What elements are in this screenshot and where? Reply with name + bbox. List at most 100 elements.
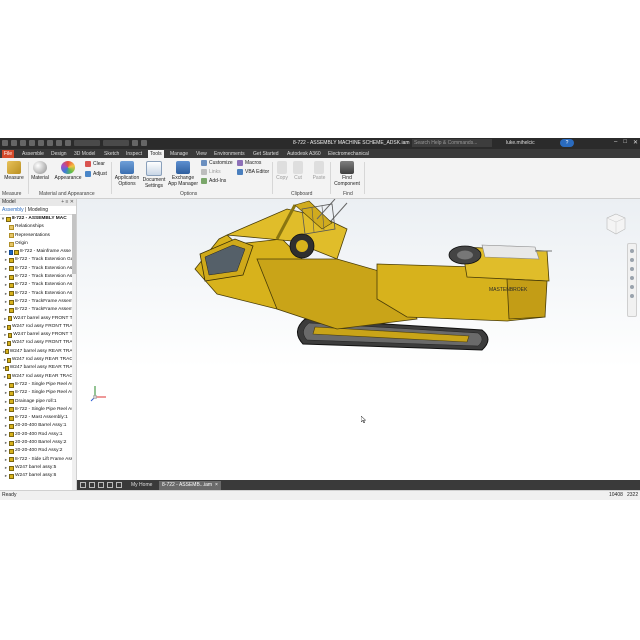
measure-icon[interactable]	[132, 140, 138, 146]
tree-item[interactable]: Relationships	[0, 223, 76, 231]
tree-item[interactable]: ▸ 8-722 - Mast Assembly:1	[0, 414, 76, 422]
select-icon[interactable]	[65, 140, 71, 146]
tree-item[interactable]: ▸ 20-20-400 Rod Assy:1	[0, 431, 76, 439]
adjust-button[interactable]: Adjust	[85, 171, 107, 177]
nav-options-icon[interactable]	[630, 294, 634, 298]
tile-horizontal-icon[interactable]	[80, 482, 86, 488]
tab-3d-model[interactable]: 3D Model	[72, 150, 97, 158]
tab-tools[interactable]: Tools	[148, 150, 164, 158]
application-options-button[interactable]: Application Options	[113, 161, 141, 187]
machine-model[interactable]: MASTENBROEK	[77, 199, 640, 480]
tab-get-started[interactable]: Get Started	[251, 150, 281, 158]
panel-label-measure[interactable]: Measure	[2, 191, 21, 197]
tree-item[interactable]: Origin	[0, 240, 76, 248]
tree-item[interactable]: ▸ W247 rod assy REAR TRACK	[0, 356, 76, 364]
tree-item[interactable]: ▸ W247 barrel assy FRONT TR	[0, 315, 76, 323]
tab-sketch[interactable]: Sketch	[102, 150, 121, 158]
tree-item[interactable]: ▸ 8-722 - Single Pipe Reel Ass	[0, 381, 76, 389]
tree-item[interactable]: ▸ Drainage pipe roll:1	[0, 398, 76, 406]
tree-item[interactable]: Representations	[0, 232, 76, 240]
tree-item[interactable]: ▸ W247 rod assy FRONT TRAC	[0, 323, 76, 331]
tree-item[interactable]: ▸ 20-20-400 Barrel Assy:2	[0, 439, 76, 447]
tree-item[interactable]: ▾ 8-722 - ASSEMBLY MAC	[0, 215, 76, 223]
orbit-icon[interactable]	[630, 276, 634, 280]
tree-item[interactable]: ▸ 8-722 - Single Pipe Reel Ass	[0, 406, 76, 414]
zoom-icon[interactable]	[630, 267, 634, 271]
browser-tab-modeling[interactable]: Modeling	[28, 207, 48, 213]
tab-file[interactable]: File	[2, 150, 15, 158]
arrange-icon[interactable]	[107, 482, 113, 488]
tree-item[interactable]: ▸ 8-722 - Track Extension Ass	[0, 290, 76, 298]
redo-icon[interactable]	[38, 140, 44, 146]
copy-button[interactable]: Copy	[275, 161, 289, 181]
tree-item[interactable]: ▸ W247 barrel assy:5	[0, 464, 76, 472]
exchange-app-manager-button[interactable]: Exchange App Manager	[167, 161, 199, 187]
customize-button[interactable]: Customize	[201, 160, 233, 166]
tab-autodesk-a360[interactable]: Autodesk A360	[285, 150, 323, 158]
tree-item[interactable]: ▸ W247 rod assy REAR TRACK	[0, 373, 76, 381]
tab-electromechanical[interactable]: Electromechanical	[326, 150, 371, 158]
pan-icon[interactable]	[630, 258, 634, 262]
material-button[interactable]: Material	[30, 161, 50, 181]
full-nav-wheel-icon[interactable]	[630, 249, 634, 253]
appearance-dropdown[interactable]	[103, 140, 129, 146]
cascade-icon[interactable]	[98, 482, 104, 488]
home-icon[interactable]	[47, 140, 53, 146]
vba-editor-button[interactable]: VBA Editor	[237, 169, 269, 175]
tree-item[interactable]: ▸ 8-722 - Track Extension Gus	[0, 256, 76, 264]
clear-button[interactable]: Clear	[85, 161, 105, 167]
measure-button[interactable]: Measure	[3, 161, 25, 181]
tab-document[interactable]: 8-722 - ASSEMB...iam ×	[159, 481, 221, 490]
save-icon[interactable]	[20, 140, 26, 146]
params-icon[interactable]	[141, 140, 147, 146]
tree-item[interactable]: ▸ W247 barrel assy FRONT TR	[0, 331, 76, 339]
tree-item[interactable]: ▸ 8-722 - Single Pipe Reel Ass	[0, 389, 76, 397]
tree-item[interactable]: ▸ 20-20-400 Barrel Assy:1	[0, 422, 76, 430]
tree-item[interactable]: ▸ 8-722 - Track Extension Ass	[0, 273, 76, 281]
open-icon[interactable]	[11, 140, 17, 146]
links-button[interactable]: Links	[201, 169, 221, 175]
tree-item[interactable]: ▸ 8-722 - Track Extension Ass	[0, 281, 76, 289]
viewcube[interactable]	[606, 213, 626, 235]
tree-item[interactable]: ▸ W247 barrel assy REAR TRAC	[0, 348, 76, 356]
add-ins-button[interactable]: Add-Ins	[201, 178, 226, 184]
browser-scrollbar[interactable]	[72, 214, 76, 490]
material-dropdown[interactable]	[74, 140, 100, 146]
look-at-icon[interactable]	[630, 285, 634, 289]
tree-item[interactable]: ▸ 8-722 - Side Lift Frame Ass	[0, 456, 76, 464]
tab-environments[interactable]: Environments	[212, 150, 247, 158]
tab-inspect[interactable]: Inspect	[124, 150, 144, 158]
tree-item[interactable]: ▸ 8-722 - Track Extension Ass	[0, 265, 76, 273]
cut-button[interactable]: Cut	[291, 161, 305, 181]
paste-button[interactable]: Paste	[311, 161, 327, 181]
browser-tab-assembly[interactable]: Assembly	[2, 207, 24, 213]
tree-item[interactable]: ▸ 20-20-400 Rod Assy:2	[0, 447, 76, 455]
document-settings-button[interactable]: Document Settings	[141, 161, 167, 189]
scrollbar-thumb[interactable]	[72, 214, 76, 274]
tab-my-home[interactable]: My Home	[128, 481, 155, 490]
tab-design[interactable]: Design	[49, 150, 69, 158]
tree-item[interactable]: ▸ W247 barrel assy:6	[0, 472, 76, 480]
document-list-icon[interactable]	[116, 482, 122, 488]
new-icon[interactable]	[2, 140, 8, 146]
close-icon[interactable]: ✕	[633, 139, 638, 146]
minimize-icon[interactable]: –	[614, 139, 617, 146]
tab-manage[interactable]: Manage	[168, 150, 190, 158]
tree-item[interactable]: ▸ 8-722 - TrackFrame Assemb	[0, 306, 76, 314]
update-icon[interactable]	[56, 140, 62, 146]
browser-controls[interactable]: + ≡ ✕	[61, 199, 74, 206]
tile-vertical-icon[interactable]	[89, 482, 95, 488]
close-tab-icon[interactable]: ×	[215, 482, 218, 488]
tree-item[interactable]: ▸ W247 barrel assy REAR TRAC	[0, 364, 76, 372]
tree-item[interactable]: ▸ W247 rod assy FRONT TRAC	[0, 339, 76, 347]
undo-icon[interactable]	[29, 140, 35, 146]
tree-item[interactable]: ▸ 8-722 - TrackFrame Assemb	[0, 298, 76, 306]
maximize-icon[interactable]: □	[623, 139, 627, 146]
panel-label-options[interactable]: Options	[180, 191, 197, 197]
panel-label-material[interactable]: Material and Appearance	[39, 191, 95, 197]
appearance-button[interactable]: Appearance	[54, 161, 82, 181]
user-name[interactable]: luke.mihelcic	[506, 140, 535, 146]
graphics-viewport[interactable]: MASTENBROEK	[77, 199, 640, 480]
question-icon[interactable]: ?	[560, 139, 574, 147]
find-component-button[interactable]: Find Component	[333, 161, 361, 187]
